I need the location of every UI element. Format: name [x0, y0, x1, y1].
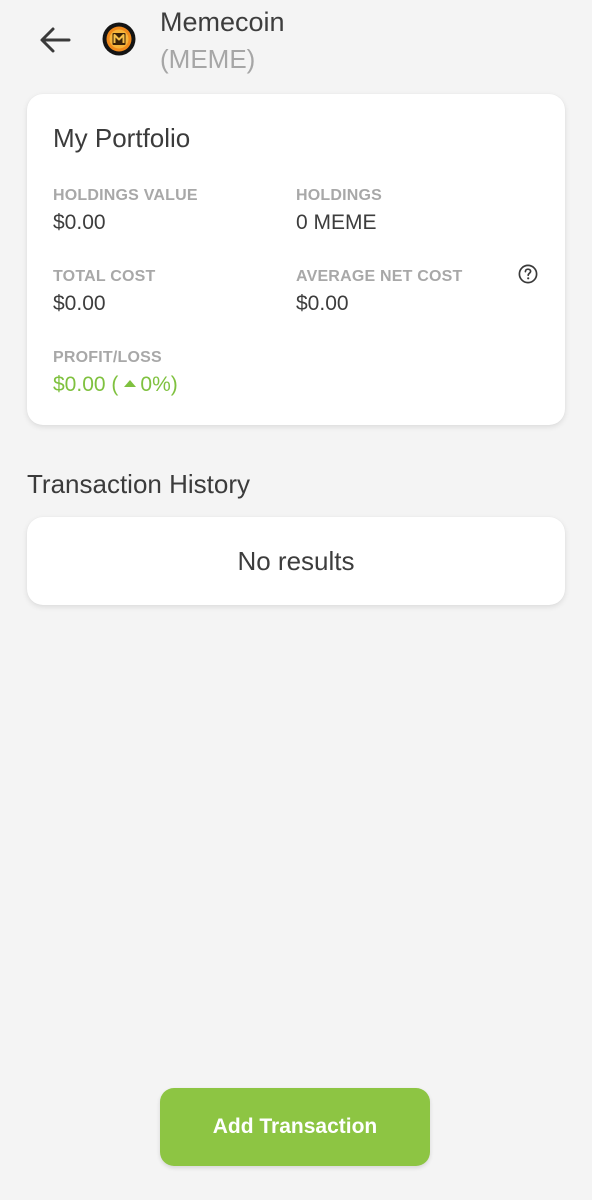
memecoin-logo [102, 22, 136, 56]
question-circle-icon[interactable] [518, 264, 538, 284]
add-transaction-button[interactable]: Add Transaction [160, 1088, 430, 1166]
triangle-up-icon [124, 379, 137, 387]
holdings-amount: 0 MEME [296, 211, 377, 234]
average-net-cost-value: $0.00 [296, 292, 349, 315]
coin-symbol: (MEME) [160, 44, 256, 74]
transaction-history-card: No results [27, 517, 565, 605]
holdings-value-label: HOLDINGS VALUE [53, 187, 198, 204]
arrow-left-icon [40, 27, 71, 53]
portfolio-card: My Portfolio HOLDINGS VALUE $0.00 HOLDIN… [27, 94, 565, 425]
back-button[interactable] [32, 20, 78, 60]
top-bar: Memecoin (MEME) [0, 0, 592, 84]
empty-state-text: No results [237, 545, 355, 576]
average-net-cost-label: AVERAGE NET COST [296, 268, 463, 285]
profit-loss-amount: $0.00 ( [53, 373, 119, 396]
coin-name: Memecoin [160, 7, 285, 37]
total-cost-label: TOTAL COST [53, 268, 156, 285]
holdings-value: $0.00 [53, 211, 106, 234]
profit-loss-percent: 0%) [140, 373, 178, 396]
transaction-history-title: Transaction History [27, 469, 250, 499]
profit-loss-label: PROFIT/LOSS [53, 349, 162, 366]
holdings-label: HOLDINGS [296, 187, 383, 204]
profit-loss-value: $0.00 ( 0%) [53, 373, 178, 397]
portfolio-title: My Portfolio [53, 123, 191, 153]
total-cost-value: $0.00 [53, 292, 106, 315]
